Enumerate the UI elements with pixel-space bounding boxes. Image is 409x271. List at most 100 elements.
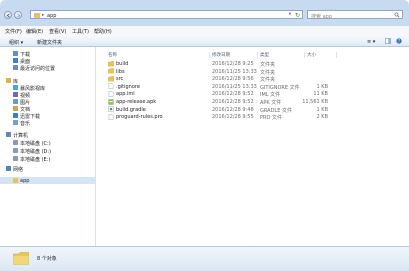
file-name: app.iml (116, 91, 135, 98)
file-row[interactable]: src 2016/12/28 9:56 文件夹 (104, 75, 394, 83)
nav-item[interactable]: 暴风影视库 (0, 84, 95, 92)
help-icon[interactable]: ? (396, 37, 402, 44)
menu-tools[interactable]: 工具(T) (72, 28, 89, 35)
column-name[interactable]: 名称 (108, 52, 117, 58)
file-row[interactable]: app.iml 2016/12/28 9:52 IML 文件 11 KB (104, 90, 394, 98)
forward-button[interactable] (14, 11, 22, 19)
command-bar: 组织 ▾ 新建文件夹 ≡ ▾ ? (0, 35, 409, 47)
file-name: build (116, 61, 129, 67)
refresh-icon[interactable]: ↻ (295, 12, 300, 19)
column-divider[interactable] (336, 52, 337, 58)
view-options-button[interactable]: ≡ ▾ (367, 39, 375, 45)
address-row: ▸ app ▾ ↻ 搜索 app (0, 7, 409, 22)
file-row[interactable]: build.gradle 2016/12/28 9:48 GRADLE 文件 1 KB (104, 106, 394, 114)
search-box[interactable]: 搜索 app (307, 10, 403, 20)
nav-item-label: 本地磁盘 (E:) (20, 157, 51, 163)
nav-item[interactable]: 最近访问的位置 (0, 64, 95, 72)
file-row[interactable]: build 2016/12/28 9:25 文件夹 (104, 60, 394, 68)
folder-icon (108, 68, 114, 74)
nav-item-label: 计算机 (13, 133, 29, 139)
nav-item[interactable]: 本地磁盘 (D:) (0, 147, 95, 155)
nav-item[interactable]: 迅雷下载 (0, 112, 95, 120)
file-name: libs (116, 68, 125, 75)
nav-item[interactable]: 网络 (0, 165, 95, 173)
file-row[interactable]: app-release.apk 2016/12/28 9:52 APK 文件 11,5… (104, 98, 394, 106)
new-folder-button[interactable]: 新建文件夹 (37, 39, 62, 46)
nav-item[interactable]: 图片 (0, 98, 95, 106)
nav-item-label: app (20, 178, 30, 184)
drive-icon (13, 148, 18, 153)
breadcrumb-separator: ▸ (42, 12, 45, 18)
nav-item-label: 最近访问的位置 (20, 66, 56, 72)
file-size: 2 KB (316, 114, 328, 121)
network-icon (6, 166, 11, 171)
file-name: .gitignore (116, 83, 140, 90)
file-name: src (116, 76, 124, 83)
nav-item-label: 本地磁盘 (D:) (20, 149, 52, 155)
file-date: 2016/11/25 13:33 (212, 68, 257, 75)
nav-item[interactable]: 本地磁盘 (C:) (0, 139, 95, 147)
video-library-icon (13, 85, 18, 90)
file-list: 名称 修改日期 类型 大小 build 2016/12/28 9:25 文件夹 lib… (96, 47, 409, 246)
nav-item[interactable]: 视频 (0, 91, 95, 99)
documents-icon (13, 106, 18, 111)
library-icon (6, 78, 11, 83)
computer-icon (6, 132, 11, 137)
column-divider[interactable] (209, 52, 210, 58)
nav-item-label: 音乐 (20, 121, 31, 127)
menu-help[interactable]: 帮助(H) (94, 28, 112, 35)
nav-item[interactable]: app (0, 177, 95, 184)
nav-item[interactable]: 下载 (0, 50, 95, 58)
file-date: 2016/12/28 9:52 (212, 91, 254, 98)
svg-text:?: ? (398, 38, 400, 43)
folder-icon (108, 60, 114, 66)
pictures-icon (13, 99, 18, 104)
back-button[interactable] (4, 11, 12, 19)
nav-item[interactable]: 库 (0, 77, 95, 85)
file-size: 11,561 KB (302, 99, 328, 105)
column-divider[interactable] (257, 52, 258, 58)
breadcrumb-app[interactable]: app (47, 13, 56, 19)
menu-edit[interactable]: 编辑(E) (26, 28, 43, 35)
gradle-file-icon (108, 106, 114, 112)
file-date: 2016/12/28 9:52 (212, 99, 254, 105)
nav-item[interactable]: 计算机 (0, 131, 95, 139)
file-row[interactable]: .gitignore 2016/11/25 13:33 GITIGNORE 文件 1 … (104, 83, 394, 91)
drive-icon (13, 156, 18, 161)
recent-places-icon (13, 65, 18, 70)
folder-icon (108, 75, 114, 82)
column-size[interactable]: 大小 (307, 52, 316, 58)
nav-item[interactable]: 文档 (0, 105, 95, 113)
address-dropdown-icon[interactable]: ▾ (289, 12, 291, 17)
file-name: app-release.apk (116, 99, 157, 105)
menu-view[interactable]: 查看(V) (49, 28, 66, 35)
nav-item-label: 本地磁盘 (C:) (20, 141, 51, 147)
download-folder-icon (13, 51, 18, 56)
nav-item[interactable]: 本地磁盘 (E:) (0, 155, 95, 163)
address-bar[interactable]: ▸ app ▾ ↻ (30, 10, 303, 19)
preview-pane-icon[interactable] (385, 37, 391, 44)
nav-item[interactable]: 音乐 (0, 119, 95, 127)
file-date: 2016/12/28 9:25 (212, 61, 254, 67)
column-date[interactable]: 修改日期 (212, 52, 230, 58)
organize-button[interactable]: 组织 ▾ (9, 39, 23, 46)
forward-arrow-icon (17, 13, 21, 18)
apk-file-icon (108, 98, 114, 105)
file-date: 2016/12/28 9:48 (212, 106, 254, 113)
menu-file[interactable]: 文件(F) (5, 28, 22, 35)
item-count: 8 个对象 (37, 256, 57, 262)
explorer-window: ▸ app ▾ ↻ 搜索 app 文件(F) 编辑(E) 查看(V) 工具(T)… (0, 0, 409, 271)
search-placeholder: 搜索 app (311, 13, 333, 20)
file-icon (108, 83, 114, 90)
nav-item[interactable]: 桌面 (0, 57, 95, 65)
nav-item-label: 网络 (13, 167, 24, 173)
file-row[interactable]: proguard-rules.pro 2016/12/28 9:55 PRO 文件 2… (104, 113, 394, 121)
video-icon (13, 92, 18, 97)
status-bar: 8 个对象 (0, 246, 409, 271)
column-type[interactable]: 类型 (260, 52, 269, 58)
column-divider[interactable] (304, 52, 305, 58)
file-name: proguard-rules.pro (116, 114, 163, 121)
file-name: build.gradle (116, 106, 146, 113)
folder-large-icon (13, 252, 29, 265)
file-row[interactable]: libs 2016/11/25 13:33 文件夹 (104, 68, 394, 76)
